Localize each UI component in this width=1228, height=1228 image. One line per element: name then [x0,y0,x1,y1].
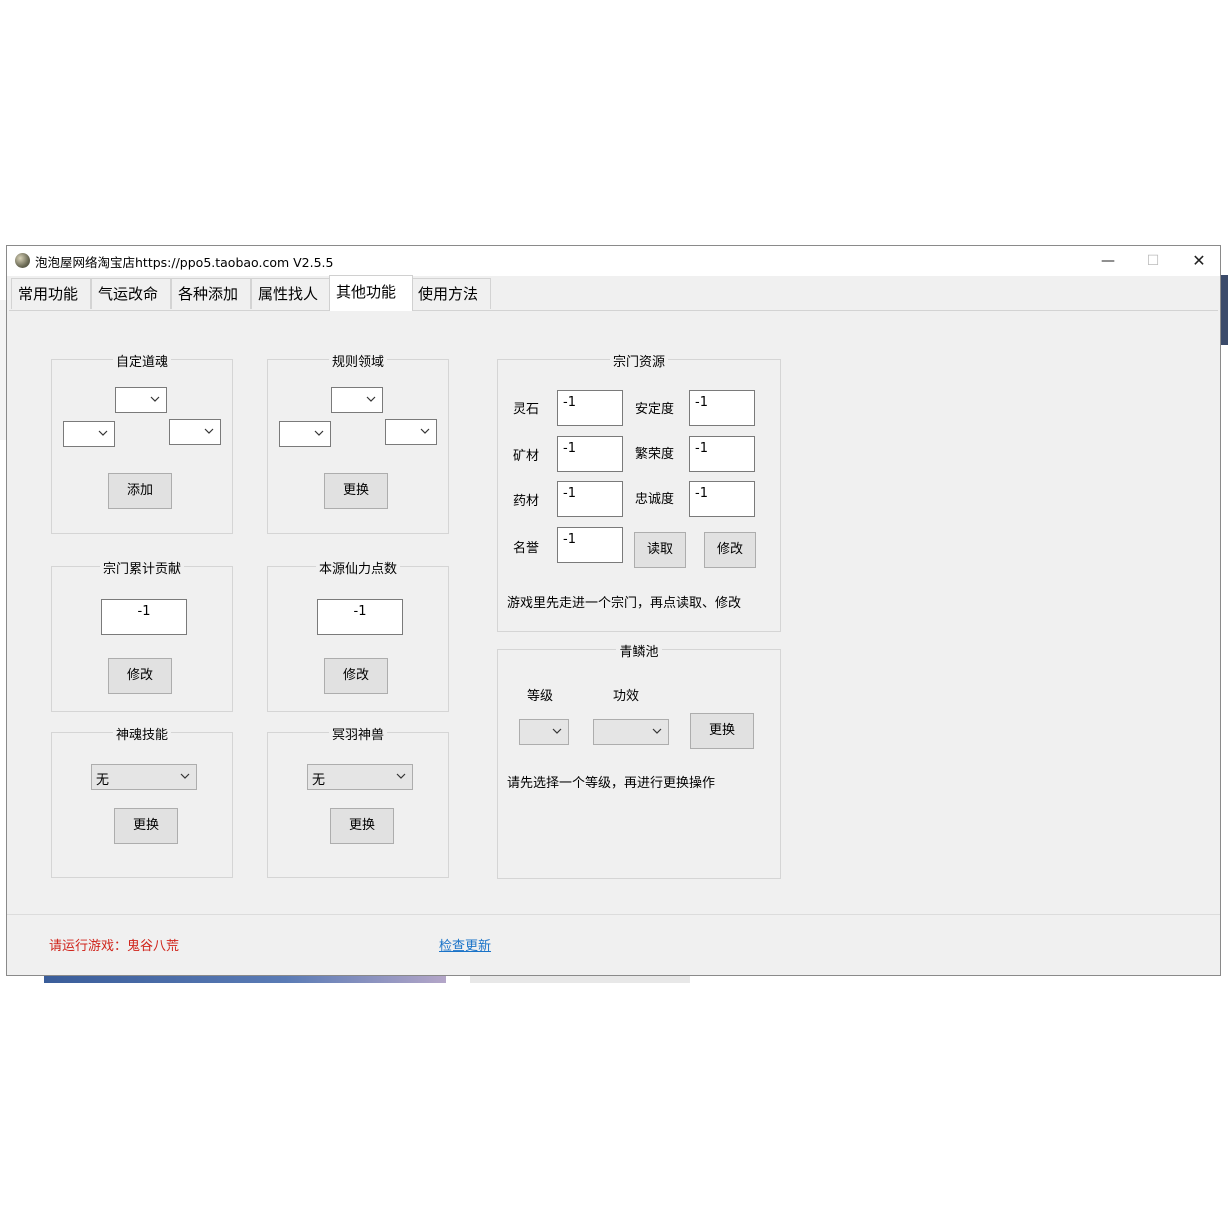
origin-power-group: 本源仙力点数 -1 修改 [267,562,449,712]
rule-domain-select-right[interactable] [385,419,437,445]
modify-contribution-button[interactable]: 修改 [108,658,172,694]
herbs-input[interactable]: -1 [557,481,623,517]
modify-resources-button[interactable]: 修改 [704,532,756,568]
loyalty-label: 忠诚度 [635,492,675,507]
group-title: 自定道魂 [112,355,171,370]
replace-scale-pool-button[interactable]: 更换 [690,713,754,749]
tab-common-functions[interactable]: 常用功能 [11,278,91,309]
group-title: 宗门资源 [609,355,668,370]
replace-nether-beast-button[interactable]: 更换 [330,808,394,844]
chevron-down-icon [652,728,662,734]
sect-contribution-input[interactable]: -1 [101,599,187,635]
replace-soul-skill-button[interactable]: 更换 [114,808,178,844]
replace-rule-domain-button[interactable]: 更换 [324,473,388,509]
sect-contribution-group: 宗门累计贡献 -1 修改 [51,562,233,712]
modify-origin-power-button[interactable]: 修改 [324,658,388,694]
prosperity-input[interactable]: -1 [689,436,755,472]
dao-soul-select-right[interactable] [169,419,221,445]
spirit-stone-input[interactable]: -1 [557,390,623,426]
other-functions-panel: 自定道魂 添加 规则领域 更换 宗门累计贡献 -1 修改 本源仙力点数 -1 修… [9,310,1218,915]
chevron-down-icon [420,428,430,434]
check-update-link[interactable]: 检查更新 [439,935,491,954]
spirit-stone-label: 灵石 [513,402,540,417]
soul-skill-group: 神魂技能 无 更换 [51,728,233,878]
group-title: 本源仙力点数 [315,562,400,577]
minimize-button[interactable]: — [1085,246,1131,276]
level-label: 等级 [527,689,554,704]
soul-skill-select[interactable]: 无 [91,764,197,790]
chevron-down-icon [98,430,108,436]
window-title: 泡泡屋网络淘宝店https://ppo5.taobao.com V2.5.5 [35,255,334,270]
origin-power-input[interactable]: -1 [317,599,403,635]
effect-select[interactable] [593,719,669,745]
dao-soul-select-left[interactable] [63,421,115,447]
rule-domain-select-top[interactable] [331,387,383,413]
group-title: 冥羽神兽 [328,728,387,743]
tab-usage[interactable]: 使用方法 [411,278,491,309]
group-title: 宗门累计贡献 [99,562,184,577]
herbs-label: 药材 [513,494,540,509]
dao-soul-select-top[interactable] [115,387,167,413]
stability-label: 安定度 [635,402,675,417]
background-window-bottom [470,976,690,983]
group-title: 规则领域 [328,355,387,370]
close-button[interactable]: ✕ [1176,246,1222,276]
tab-fortune[interactable]: 气运改命 [91,278,171,309]
maximize-button[interactable]: ☐ [1130,246,1176,276]
add-dao-soul-button[interactable]: 添加 [108,473,172,509]
nether-beast-group: 冥羽神兽 无 更换 [267,728,449,878]
chevron-down-icon [314,430,324,436]
reputation-label: 名誉 [513,541,540,556]
sect-resources-group: 宗门资源 灵石 -1 安定度 -1 矿材 -1 繁荣度 -1 药材 -1 忠诚度… [497,355,781,632]
group-title: 青鳞池 [616,645,662,660]
scale-pool-hint: 请先选择一个等级，再进行更换操作 [507,776,716,791]
background-image-right [1221,275,1228,345]
stability-input[interactable]: -1 [689,390,755,426]
group-title: 神魂技能 [112,728,171,743]
tab-other-functions[interactable]: 其他功能 [329,275,413,311]
nether-beast-select[interactable]: 无 [307,764,413,790]
background-image-bottom [44,976,446,983]
app-icon [15,253,30,268]
soul-skill-selected: 无 [96,773,110,788]
chevron-down-icon [396,773,406,779]
ore-input[interactable]: -1 [557,436,623,472]
reputation-input[interactable]: -1 [557,527,623,563]
sect-resources-hint: 游戏里先走进一个宗门，再点读取、修改 [507,596,742,611]
level-select[interactable] [519,719,569,745]
status-message: 请运行游戏：鬼谷八荒 [49,939,180,954]
nether-beast-selected: 无 [312,773,326,788]
prosperity-label: 繁荣度 [635,447,675,462]
effect-label: 功效 [613,689,640,704]
tab-find-person[interactable]: 属性找人 [251,278,331,309]
rule-domain-select-left[interactable] [279,421,331,447]
custom-dao-soul-group: 自定道魂 添加 [51,355,233,534]
tab-add-items[interactable]: 各种添加 [171,278,251,309]
ore-label: 矿材 [513,449,540,464]
chevron-down-icon [552,728,562,734]
title-bar: 泡泡屋网络淘宝店https://ppo5.taobao.com V2.5.5 —… [7,246,1220,276]
chevron-down-icon [204,428,214,434]
chevron-down-icon [366,396,376,402]
read-resources-button[interactable]: 读取 [634,532,686,568]
app-window: 泡泡屋网络淘宝店https://ppo5.taobao.com V2.5.5 —… [6,245,1221,976]
status-separator [7,914,1220,915]
chevron-down-icon [150,396,160,402]
scale-pool-group: 青鳞池 等级 功效 更换 请先选择一个等级，再进行更换操作 [497,645,781,879]
chevron-down-icon [180,773,190,779]
rule-domain-group: 规则领域 更换 [267,355,449,534]
loyalty-input[interactable]: -1 [689,481,755,517]
